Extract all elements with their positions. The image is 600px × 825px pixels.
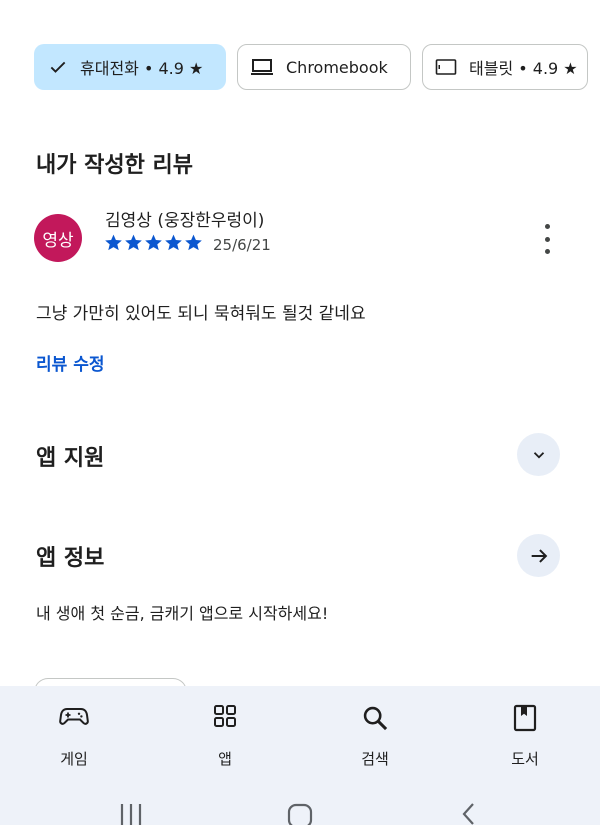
laptop-icon	[250, 57, 274, 77]
review-date: 25/6/21	[213, 236, 271, 254]
nav-item-search[interactable]: 검색	[315, 686, 435, 786]
app-support-expand-button[interactable]	[517, 433, 560, 476]
star-rating	[104, 233, 203, 252]
review-text: 그냥 가만히 있어도 되니 묵혀둬도 될것 같네요	[36, 304, 366, 324]
nav-label-search: 검색	[361, 750, 389, 768]
apps-grid-icon	[214, 705, 236, 727]
app-support-title: 앱 지원	[36, 446, 105, 471]
star-icon	[145, 234, 162, 251]
app-info-title: 앱 정보	[36, 546, 105, 571]
nav-item-apps[interactable]: 앱	[165, 686, 285, 786]
chevron-down-icon	[533, 451, 544, 459]
chip-phone-label: 휴대전화 • 4.9 ★	[80, 59, 204, 78]
star-icon	[185, 234, 202, 251]
device-filter-chips: 휴대전화 • 4.9 ★ Chromebook 태블릿 • 4.9 ★	[34, 44, 588, 90]
arrow-right-icon	[531, 548, 547, 563]
tablet-icon	[435, 58, 457, 76]
reviewer-name: 김영상 (웅장한우렁이)	[105, 211, 265, 231]
nav-label-books: 도서	[511, 750, 539, 768]
nav-label-apps: 앱	[218, 750, 232, 768]
book-icon	[513, 704, 537, 732]
chip-phone[interactable]: 휴대전화 • 4.9 ★	[34, 44, 226, 90]
check-icon	[48, 57, 68, 77]
app-info-open-button[interactable]	[517, 534, 560, 577]
home-icon[interactable]	[286, 800, 314, 825]
avatar: 영상	[34, 214, 82, 262]
nav-item-books[interactable]: 도서	[465, 686, 585, 786]
star-icon	[125, 234, 142, 251]
more-options-icon[interactable]	[535, 224, 559, 254]
system-navigation-bar	[0, 786, 600, 825]
star-icon	[105, 234, 122, 251]
chip-tablet-label: 태블릿 • 4.9 ★	[469, 59, 578, 78]
star-icon	[165, 234, 182, 251]
nav-label-games: 게임	[60, 750, 88, 768]
app-description: 내 생애 첫 순금, 금캐기 앱으로 시작하세요!	[36, 604, 329, 623]
back-icon[interactable]	[458, 800, 478, 825]
gamepad-icon	[59, 708, 89, 725]
chip-tablet[interactable]: 태블릿 • 4.9 ★	[422, 44, 588, 90]
bottom-navigation: 게임 앱 검색 도서	[0, 686, 600, 786]
edit-review-link[interactable]: 리뷰 수정	[36, 350, 104, 375]
chip-chromebook[interactable]: Chromebook	[237, 44, 411, 90]
my-review-title: 내가 작성한 리뷰	[36, 153, 193, 178]
chip-chromebook-label: Chromebook	[286, 57, 388, 77]
search-icon	[363, 706, 388, 731]
recent-apps-icon[interactable]	[118, 800, 144, 825]
nav-item-games[interactable]: 게임	[14, 686, 134, 786]
